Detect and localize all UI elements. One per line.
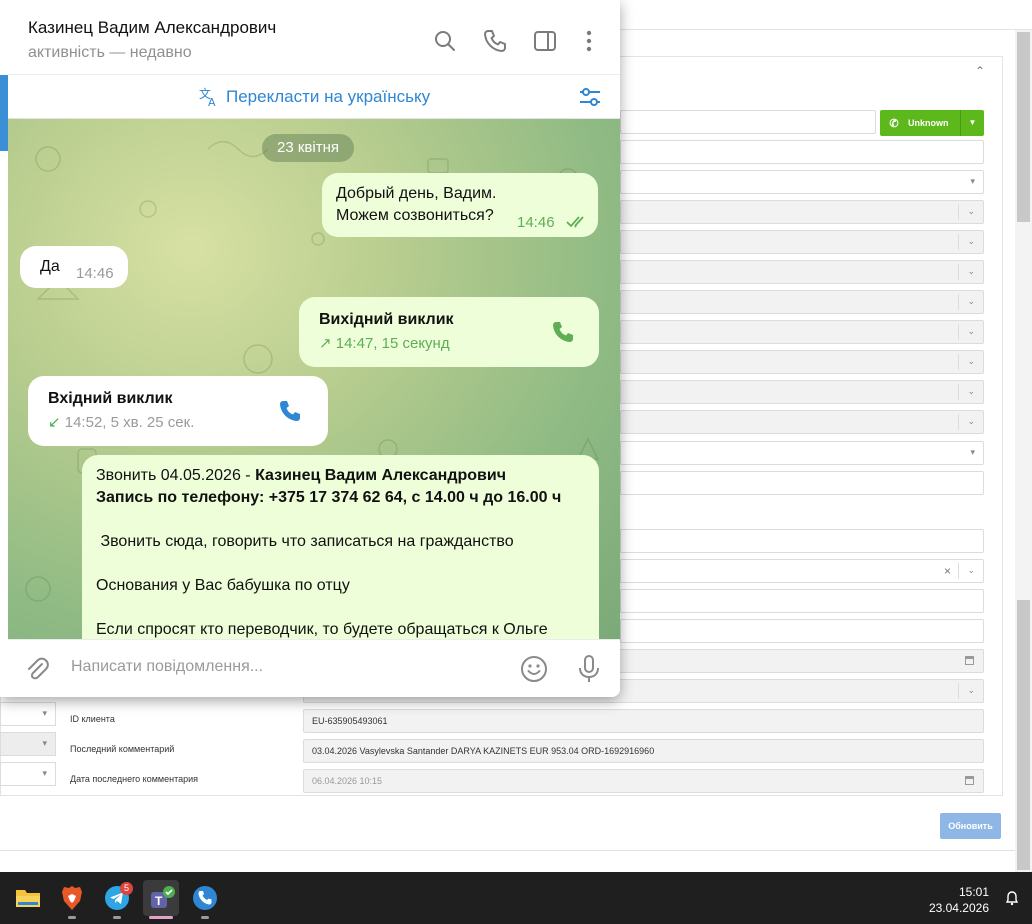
calendar-icon[interactable] [965,656,974,665]
telegram-window: Казинец Вадим Александрович активність —… [0,0,620,697]
translate-button[interactable]: 文 A Перекласти на українську [198,86,430,108]
clock-date: 23.04.2026 [928,901,989,915]
divider [0,850,1015,851]
phone-icon: ✆ [889,117,899,130]
scrollbar-thumb[interactable] [1017,600,1030,870]
contact-status: активність — недавно [28,44,192,61]
unread-badge: 5 [120,882,133,895]
clock-time: 15:01 [958,885,989,899]
telegram-taskbar-icon[interactable]: 5 [99,880,135,919]
brave-browser-icon[interactable] [54,880,90,919]
message-composer: Написати повідомлення... [8,639,620,697]
translate-label: Перекласти на українську [226,87,431,106]
message-line: Основания у Вас бабушка по отцу [96,577,350,594]
last-comment-date-field[interactable]: 06.04.2026 10:15 [303,769,984,793]
outgoing-arrow-icon: ↗ [319,335,332,352]
call-detail: ↗ 14:47, 15 секунд [319,335,450,352]
message-text: Добрый день, Вадим. [336,185,497,202]
crm-select[interactable]: ⌄ [620,380,984,404]
outgoing-call-bubble[interactable]: Вихідний виклик ↗ 14:47, 15 секунд [299,297,599,367]
chevron-down-icon[interactable]: ▼ [960,110,984,136]
phone-icon[interactable] [550,319,576,345]
svg-text:A: A [208,96,216,108]
crm-field[interactable] [620,589,984,613]
message-bubble-incoming[interactable]: Да 14:46 [20,246,128,288]
message-line: Если спросят кто переводчик, то будете о… [96,621,548,638]
double-check-icon [566,216,584,228]
phone-icon[interactable] [277,398,303,424]
collapse-chevron-icon[interactable]: ⌃ [975,64,985,78]
clear-icon[interactable]: × [944,564,951,578]
crm-select[interactable]: ⌄ [620,260,984,284]
scrollbar-thumb[interactable] [1017,32,1030,222]
call-detail: ↙ 14:52, 5 хв. 25 сек. [48,414,195,431]
crm-select[interactable]: ⌄ [620,410,984,434]
call-title: Вхідний виклик [48,390,173,407]
client-id-field[interactable]: EU-635905493061 [303,709,984,733]
crm-select[interactable]: ⌄ [620,200,984,224]
message-bubble-outgoing[interactable]: Звонить 04.05.2026 - Казинец Вадим Алекс… [82,455,599,639]
crm-field[interactable] [620,140,984,164]
message-line: Звонить сюда, говорить что записаться на… [96,533,514,550]
svg-text:T: T [155,894,163,908]
phone-call-icon[interactable] [482,28,508,54]
message-input[interactable]: Написати повідомлення... [71,658,263,676]
crm-left-select[interactable]: ▾ [0,762,56,786]
taskbar: 5 T 15:01 23.04.2026 [0,872,1032,924]
crm-select[interactable]: ⌄ [620,350,984,374]
contact-name[interactable]: Казинец Вадим Александрович [28,18,276,38]
emoji-icon[interactable] [519,654,549,684]
chat-list-edge [0,75,8,151]
crm-select[interactable]: ▾ [620,170,984,194]
message-line: Звонить 04.05.2026 - Казинец Вадим Алекс… [96,467,506,484]
last-comment-label: Последний комментарий [70,744,175,754]
last-comment-field[interactable]: 03.04.2026 Vasylevska Santander DARYA KA… [303,739,984,763]
phone-app-icon[interactable] [187,880,223,919]
notification-bell-icon[interactable] [1004,890,1020,906]
crm-left-select[interactable]: ▾ [0,732,56,756]
attach-icon[interactable] [24,656,50,682]
incoming-call-bubble[interactable]: Вхідний виклик ↙ 14:52, 5 хв. 25 сек. [28,376,328,446]
more-options-icon[interactable] [576,28,602,54]
message-time: 14:46 [76,265,114,282]
file-explorer-icon[interactable] [10,880,46,916]
crm-field[interactable] [620,471,984,495]
call-title: Вихідний виклик [319,311,454,328]
crm-select-clearable[interactable]: × ⌄ [620,559,984,583]
crm-phone-field[interactable] [620,110,876,134]
crm-field[interactable] [620,619,984,643]
translate-icon: 文 A [199,86,216,108]
teams-icon[interactable]: T [143,880,179,919]
crm-select[interactable]: ⌄ [620,320,984,344]
chat-header: Казинец Вадим Александрович активність —… [8,0,620,75]
calendar-icon[interactable] [965,776,974,785]
call-unknown-button[interactable]: ✆ Unknown ▼ [880,110,984,136]
sidebar-toggle-icon[interactable] [532,28,558,54]
crm-field[interactable] [620,529,984,553]
microphone-icon[interactable] [576,654,602,684]
refresh-button[interactable]: Обновить [940,813,1001,839]
crm-select[interactable]: ⌄ [620,290,984,314]
message-bubble-outgoing[interactable]: Добрый день, Вадим. Можем созвониться? 1… [322,173,598,237]
last-comment-date-label: Дата последнего комментария [70,774,199,784]
message-text: Да [40,258,60,275]
date-divider: 23 квітня [262,134,354,162]
search-icon[interactable] [432,28,458,54]
translate-bar: 文 A Перекласти на українську [8,75,620,119]
crm-left-select[interactable]: ▾ [0,702,56,726]
translation-settings-icon[interactable] [578,85,602,109]
system-clock[interactable]: 15:01 23.04.2026 [929,884,989,916]
call-button-label: Unknown [908,118,949,128]
incoming-arrow-icon: ↙ [48,414,61,431]
crm-select[interactable]: ▾ [620,441,984,465]
message-line: Запись по телефону: +375 17 374 62 64, с… [96,489,562,506]
client-id-label: ID клиента [70,714,115,724]
message-time: 14:46 [517,214,555,231]
crm-select[interactable]: ⌄ [620,230,984,254]
chat-area[interactable]: 23 квітня Добрый день, Вадим. Можем созв… [8,119,620,639]
